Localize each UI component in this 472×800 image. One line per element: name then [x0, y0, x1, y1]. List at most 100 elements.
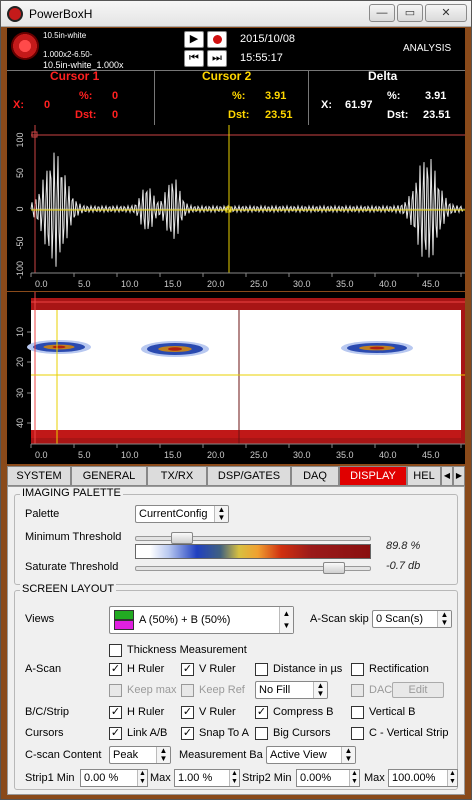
- views-select[interactable]: A (50%) + B (50%) ▲ ▼: [109, 606, 294, 634]
- first-frame-button[interactable]: ⏮: [184, 50, 204, 67]
- ascan-x-tick-label: 45.0: [422, 279, 440, 289]
- ascan-x-tick-label: 30.0: [293, 279, 311, 289]
- tab-dsp-gates[interactable]: DSP/GATES: [207, 466, 291, 486]
- min-threshold-slider[interactable]: [171, 532, 194, 544]
- bscan-x-tick-label: 30.0: [293, 450, 311, 460]
- settings-tabs: SYSTEM GENERAL TX/RX DSP/GATES DAQ DISPL…: [7, 466, 465, 486]
- spin-arrows-icon: ▲ ▼: [349, 770, 359, 786]
- tab-help[interactable]: HEL: [407, 466, 441, 486]
- tab-txrx[interactable]: TX/RX: [147, 466, 207, 486]
- record-button[interactable]: [207, 31, 227, 48]
- ascan-x-tick-label: 35.0: [336, 279, 354, 289]
- last-frame-button[interactable]: ⏭: [207, 50, 227, 67]
- cursor2-pct-label: %:: [232, 90, 246, 102]
- time-readout: 15:55:17: [240, 52, 283, 64]
- vertical-b-label: Vertical B: [369, 706, 416, 718]
- ascan-v-ruler-label: V Ruler: [199, 663, 236, 675]
- thickness-measurement-checkbox[interactable]: [109, 644, 122, 657]
- maximize-button[interactable]: ▭: [397, 4, 423, 22]
- bscan-y-tick-label: 30: [15, 388, 25, 398]
- ascan-y-tick-label: 50: [15, 168, 25, 178]
- vertical-b-checkbox[interactable]: [351, 706, 364, 719]
- spin-arrows-icon: ▲ ▼: [229, 770, 239, 786]
- delta-x-label: X:: [321, 99, 332, 111]
- snap-to-a-checkbox[interactable]: ✓: [181, 727, 194, 740]
- view-b-swatch: [114, 620, 134, 630]
- delta-dst-value: 23.51: [423, 109, 451, 121]
- tab-daq[interactable]: DAQ: [291, 466, 339, 486]
- ascan-v-ruler-checkbox[interactable]: ✓: [181, 663, 194, 676]
- spin-arrows-icon: ▲ ▼: [137, 770, 147, 786]
- fill-select[interactable]: No Fill ▲ ▼: [255, 681, 328, 699]
- bc-v-ruler-checkbox[interactable]: ✓: [181, 706, 194, 719]
- cursor2-pct-value: 3.91: [265, 90, 287, 102]
- palette-select[interactable]: CurrentConfig ▲ ▼: [135, 505, 229, 523]
- bscan-image[interactable]: 10 20 30 40 0.0 5.0 10.0 15.0 20.0 25.0 30.0 35.0 4…: [7, 292, 472, 464]
- cscan-content-select[interactable]: Peak ▲ ▼: [109, 746, 171, 764]
- strip2-max-input[interactable]: 100.00% ▲ ▼: [388, 769, 458, 787]
- cscan-content-value: Peak: [113, 749, 139, 761]
- strip1-min-input[interactable]: 0.00 % ▲ ▼: [80, 769, 148, 787]
- cursor1-x-label: X:: [13, 99, 24, 111]
- bc-h-ruler-checkbox[interactable]: ✓: [109, 706, 122, 719]
- tab-general[interactable]: GENERAL: [71, 466, 147, 486]
- ascan-x-tick-label: 25.0: [250, 279, 268, 289]
- bscan-x-tick-label: 10.0: [121, 450, 139, 460]
- fill-value: No Fill: [259, 684, 291, 696]
- min-threshold-readout: 89.8 %: [386, 540, 421, 552]
- keep-max-checkbox[interactable]: [109, 684, 122, 697]
- strip2-min-value: 0.00%: [300, 772, 332, 784]
- keep-max-label: Keep max: [127, 684, 177, 696]
- cursor2-dst-label: Dst:: [228, 109, 250, 121]
- rectification-checkbox[interactable]: [351, 663, 364, 676]
- dac-edit-button[interactable]: Edit: [392, 682, 444, 698]
- window-title: PowerBoxH: [29, 7, 93, 21]
- play-icon: ▶: [189, 33, 199, 45]
- ascan-x-tick-label: 0.0: [35, 279, 48, 289]
- play-button[interactable]: ▶: [184, 31, 204, 48]
- analysis-button[interactable]: ANALYSIS: [403, 43, 451, 54]
- compress-b-checkbox[interactable]: ✓: [255, 706, 268, 719]
- measurement-bar-select[interactable]: Active View ▲ ▼: [266, 746, 356, 764]
- strip2-min-input[interactable]: 0.00% ▲ ▼: [296, 769, 360, 787]
- ascan-y-tick-label: -100: [15, 261, 25, 279]
- ascan-h-ruler-checkbox[interactable]: ✓: [109, 663, 122, 676]
- bc-v-ruler-label: V Ruler: [199, 706, 236, 718]
- ascan-x-tick-label: 10.0: [121, 279, 139, 289]
- big-cursors-label: Big Cursors: [273, 727, 331, 739]
- cursor1-dst-label: Dst:: [75, 109, 97, 121]
- close-button[interactable]: ✕: [425, 4, 467, 22]
- views-label: Views: [25, 613, 55, 625]
- cursors-row-label: Cursors: [25, 727, 64, 739]
- bscan-x-tick-label: 5.0: [78, 450, 91, 460]
- spin-arrows-icon: ▲ ▼: [341, 747, 355, 763]
- tab-scroll-left[interactable]: ◀: [441, 466, 453, 486]
- cursor2-title: Cursor 2: [202, 69, 252, 83]
- big-cursors-checkbox[interactable]: [255, 727, 268, 740]
- dac-checkbox[interactable]: [351, 684, 364, 697]
- saturate-threshold-slider[interactable]: [323, 562, 346, 574]
- link-ab-checkbox[interactable]: ✓: [109, 727, 122, 740]
- tab-display[interactable]: DISPLAY: [339, 466, 407, 486]
- c-vertical-strip-checkbox[interactable]: [351, 727, 364, 740]
- config-name: 10.5in-white: [43, 31, 87, 40]
- delta-x-value: 61.97: [345, 99, 373, 111]
- distance-us-checkbox[interactable]: [255, 663, 268, 676]
- ascan-plot[interactable]: 100 50 0 -50 -100 0.0 5.0 10.0 15.0 20.0 25.0 30.0…: [7, 125, 470, 291]
- snap-to-a-label: Snap To A: [199, 727, 249, 739]
- saturate-threshold-label: Saturate Threshold: [25, 561, 119, 573]
- minimize-button[interactable]: —: [369, 4, 395, 22]
- tab-scroll-right[interactable]: ▶: [453, 466, 465, 486]
- app-icon: [7, 6, 23, 22]
- keep-ref-checkbox[interactable]: [181, 684, 194, 697]
- bscan-y-tick-label: 20: [15, 357, 25, 367]
- strip1-max-input[interactable]: 1.00 % ▲ ▼: [174, 769, 240, 787]
- tab-system[interactable]: SYSTEM: [7, 466, 71, 486]
- ascan-skip-select[interactable]: 0 Scan(s) ▲ ▼: [372, 610, 452, 628]
- distance-us-label: Distance in µs: [273, 663, 343, 675]
- cursor1-title: Cursor 1: [50, 69, 100, 83]
- ascan-x-tick-label: 40.0: [379, 279, 397, 289]
- ascan-x-tick-label: 15.0: [164, 279, 182, 289]
- delta-dst-label: Dst:: [387, 109, 409, 121]
- views-value: A (50%) + B (50%): [139, 614, 231, 626]
